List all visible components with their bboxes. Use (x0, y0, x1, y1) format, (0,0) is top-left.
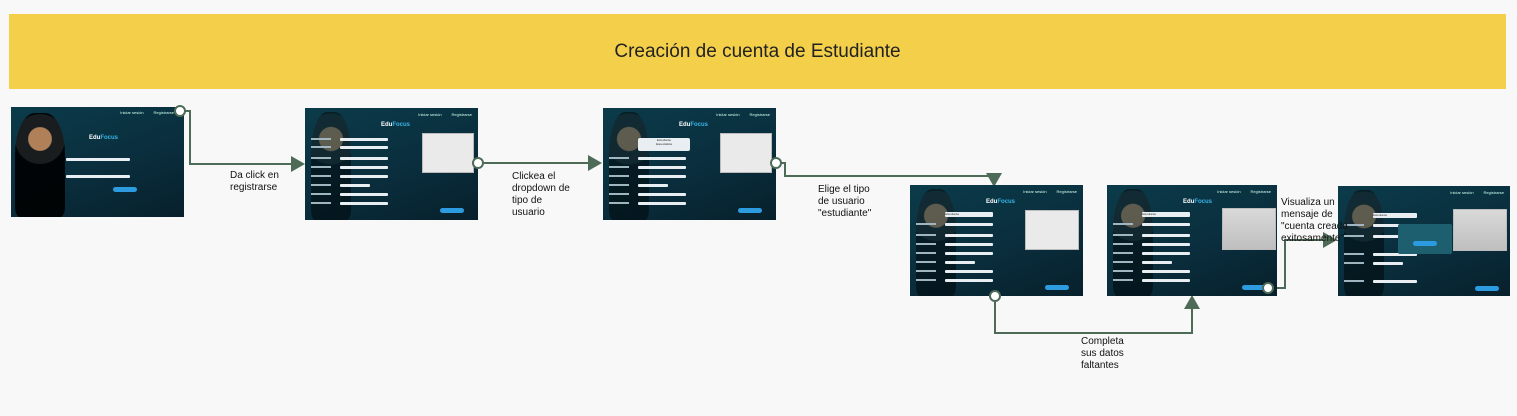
dropdown-menu[interactable]: Estudiante Especialista (638, 138, 690, 151)
step-note-1: Da click en registrarse (230, 170, 279, 193)
screen-register: EduFocus Iniciar sesión Registrarse (305, 108, 478, 220)
connector-3 (770, 157, 782, 169)
success-modal (1398, 224, 1452, 254)
register-button[interactable] (440, 208, 464, 213)
screen-login: EduFocus Iniciar sesión Registrarse (11, 107, 184, 217)
user-type-dropdown[interactable] (340, 138, 388, 141)
connector-5 (1262, 282, 1274, 294)
photo-placeholder[interactable] (1025, 210, 1079, 250)
email-field[interactable] (66, 158, 130, 161)
top-nav: Iniciar sesión Registrarse (1023, 189, 1077, 194)
arrow-5 (1268, 232, 1337, 289)
arrow-1 (180, 110, 305, 172)
screen-data-completed: EduFocus Iniciar sesión Registrarse Estud… (1107, 185, 1277, 296)
top-nav: Iniciar sesión Registrarse (716, 112, 770, 117)
step-note-3: Elige el tipo de usuario "estudiante" (818, 184, 872, 219)
logo: EduFocus (1183, 199, 1213, 205)
register-button[interactable] (738, 208, 762, 213)
photo-placeholder[interactable] (720, 133, 772, 173)
arrow-3 (776, 162, 1002, 187)
user-type-dropdown[interactable]: Estudiante (945, 212, 993, 217)
step-note-4: Completa sus datos faltantes (1081, 336, 1124, 371)
register-button[interactable] (1475, 286, 1499, 291)
logo: EduFocus (89, 135, 119, 141)
logo: EduFocus (679, 122, 709, 128)
arrow-4 (994, 295, 1200, 334)
connector-2 (472, 157, 484, 169)
top-nav: Iniciar sesión Registrarse (120, 110, 174, 115)
top-nav: Iniciar sesión Registrarse (1450, 190, 1504, 195)
user-type-dropdown[interactable]: Estudiante (1142, 212, 1190, 217)
student-photo (15, 113, 65, 217)
profile-photo[interactable] (1222, 208, 1276, 250)
modal-ok-button[interactable] (1413, 241, 1437, 246)
connector-4 (989, 290, 1001, 302)
step-note-2: Clickea el dropdown de tipo de usuario (512, 171, 570, 218)
logo: EduFocus (986, 199, 1016, 205)
step-note-5: Visualiza un mensaje de "cuenta creada e… (1281, 197, 1348, 244)
password-field[interactable] (66, 175, 130, 178)
photo-placeholder[interactable] (422, 133, 474, 173)
profile-photo[interactable] (1453, 209, 1507, 251)
login-button[interactable] (113, 187, 137, 192)
register-button[interactable] (1045, 285, 1069, 290)
screen-success: Iniciar sesión Registrarse Estudiante (1338, 186, 1510, 296)
connector-1 (174, 105, 186, 117)
user-type-dropdown[interactable]: Estudiante (1373, 213, 1417, 218)
top-nav: Iniciar sesión Registrarse (418, 112, 472, 117)
top-nav: Iniciar sesión Registrarse (1217, 189, 1271, 194)
dropdown-option[interactable]: Especialista (638, 142, 690, 146)
screen-student-selected: EduFocus Iniciar sesión Registrarse Estud… (910, 185, 1083, 296)
screen-dropdown: EduFocus Iniciar sesión Registrarse Estud… (603, 108, 776, 220)
logo: EduFocus (381, 122, 411, 128)
